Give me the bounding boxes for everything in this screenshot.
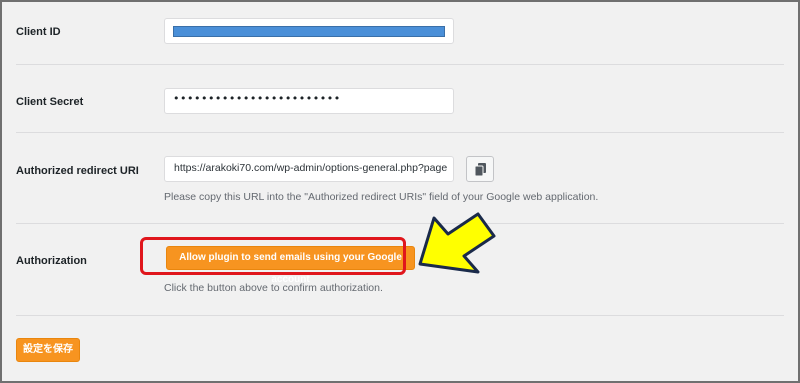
redacted-value-bar — [173, 26, 445, 37]
client-id-row: Client ID — [16, 18, 784, 46]
redirect-uri-input[interactable]: https://arakoki70.com/wp-admin/options-g… — [164, 156, 454, 182]
redirect-uri-description: Please copy this URL into the "Authorize… — [164, 191, 599, 203]
copy-icon — [475, 163, 486, 177]
save-settings-button[interactable]: 設定を保存 — [16, 338, 80, 362]
copy-uri-button[interactable] — [466, 156, 494, 182]
client-id-label: Client ID — [16, 26, 61, 38]
client-secret-row: Client Secret •••••••••••••••••••••••• — [16, 88, 784, 116]
redirect-uri-row: Authorized redirect URI https://arakoki7… — [16, 156, 784, 206]
authorization-row: Authorization Allow plugin to send email… — [16, 246, 784, 296]
client-secret-value: •••••••••••••••••••••••• — [173, 92, 341, 105]
authorization-description: Click the button above to confirm author… — [164, 282, 383, 294]
divider — [16, 132, 784, 133]
client-id-input[interactable] — [164, 18, 454, 44]
redirect-uri-value: https://arakoki70.com/wp-admin/options-g… — [174, 162, 448, 174]
authorization-label: Authorization — [16, 255, 87, 267]
settings-panel: Client ID Client Secret ••••••••••••••••… — [0, 0, 800, 383]
authorize-google-button[interactable]: Allow plugin to send emails using your G… — [166, 246, 415, 285]
client-secret-label: Client Secret — [16, 96, 84, 108]
divider — [16, 315, 784, 316]
arrow-pointer-icon — [418, 212, 496, 274]
divider — [16, 64, 784, 65]
client-secret-input[interactable]: •••••••••••••••••••••••• — [164, 88, 454, 114]
divider — [16, 223, 784, 224]
redirect-uri-label: Authorized redirect URI — [16, 165, 139, 177]
